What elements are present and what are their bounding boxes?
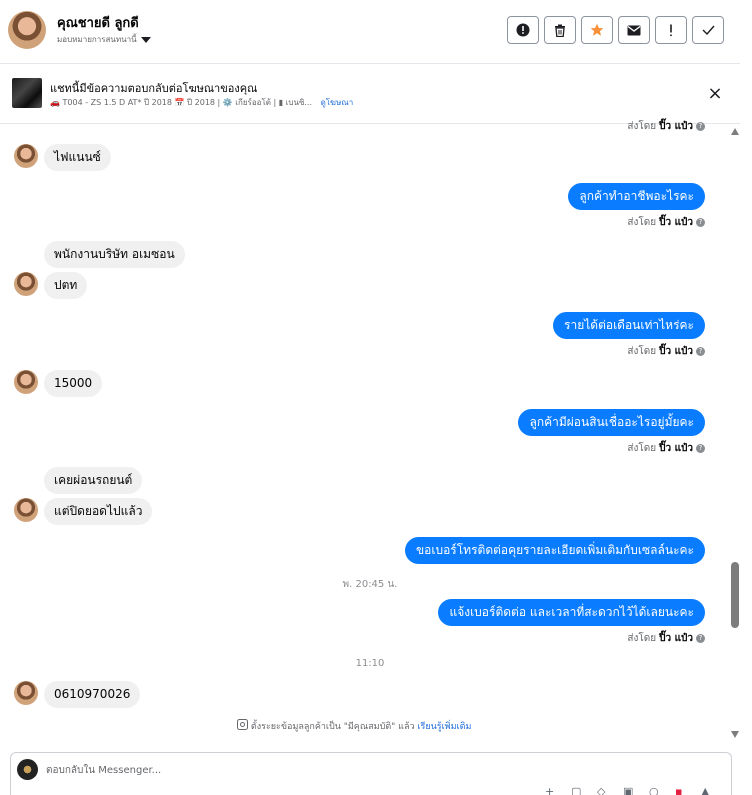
sent-by-prefix: ส่งโดย	[627, 217, 657, 228]
sent-by-prefix: ส่งโดย	[627, 346, 657, 357]
ad-banner-meta: 🚗 T004 - ZS 1.5 D AT* ปี 2018 📅 ปี 2018 …	[50, 96, 353, 109]
envelope-icon	[627, 25, 641, 35]
message-timestamp: พ. 20:45 น.	[342, 579, 398, 590]
help-icon[interactable]: ?	[696, 634, 705, 643]
file-icon[interactable]: ▪	[675, 787, 688, 795]
alert-circle-icon	[516, 23, 530, 37]
sent-by-label: ส่งโดย ปิ๊ว แป๋ว ?	[627, 119, 705, 134]
trash-icon	[555, 24, 565, 37]
outgoing-message[interactable]: ขอเบอร์โทรติดต่อคุยรายละเอียดเพิ่มเติมกั…	[404, 537, 705, 564]
close-banner-icon[interactable]: ×	[706, 85, 724, 104]
ad-details: 🚗 T004 - ZS 1.5 D AT* ปี 2018 📅 ปี 2018 …	[50, 98, 313, 107]
report-button[interactable]	[507, 16, 539, 44]
customer-avatar[interactable]	[14, 681, 38, 705]
outgoing-message[interactable]: แจ้งเบอร์ติดต่อ และเวลาที่สะดวกไว้ได้เลย…	[438, 599, 705, 626]
briefcase-icon[interactable]: ▢	[571, 787, 584, 795]
done-button[interactable]	[692, 16, 724, 44]
sent-by-label: ส่งโดย ปิ๊ว แป๋ว ?	[627, 441, 705, 456]
outgoing-message[interactable]: ลูกค้าทำอาชีพอะไรคะ	[568, 183, 705, 210]
help-icon[interactable]: ?	[696, 122, 705, 131]
add-person-icon[interactable]: +	[545, 787, 558, 795]
tag-icon[interactable]: ◇	[597, 787, 610, 795]
incoming-message[interactable]: ไฟแนนซ์	[44, 144, 111, 171]
incoming-message[interactable]: ปตท	[44, 272, 88, 299]
spam-button[interactable]	[655, 16, 687, 44]
view-ad-link[interactable]: ดูโฆษณา	[321, 98, 354, 107]
customer-name[interactable]: คุณชายดี ลูกดี	[57, 12, 139, 33]
scroll-down-arrow-icon[interactable]	[731, 731, 739, 738]
customer-avatar[interactable]	[14, 144, 38, 168]
page-avatar	[17, 759, 38, 780]
image-icon[interactable]: ▣	[623, 787, 636, 795]
sent-by-prefix: ส่งโดย	[627, 633, 657, 644]
assign-conversation-dropdown[interactable]: มอบหมายการสนทนานี้	[57, 33, 151, 46]
sender-name: ปิ๊ว แป๋ว	[659, 346, 693, 357]
help-icon[interactable]: ?	[696, 444, 705, 453]
delete-button[interactable]	[544, 16, 576, 44]
exclamation-icon	[670, 24, 672, 36]
incoming-message[interactable]: พนักงานบริษัท อเมซอน	[44, 241, 185, 268]
check-icon	[702, 25, 715, 35]
message-timestamp: 11:10	[355, 658, 385, 669]
notice-text: ตั้งระยะข้อมูลลูกค้าเป็น "มีคุณสมบัติ" แ…	[250, 722, 415, 732]
assign-label: มอบหมายการสนทนานี้	[57, 35, 137, 44]
ad-reply-banner: แชทนี้มีข้อความตอบกลับต่อโฆษณาของคุณ 🚗 T…	[0, 64, 740, 124]
ad-thumbnail[interactable]	[12, 78, 42, 108]
incoming-message[interactable]: 15000	[44, 370, 103, 397]
lead-stage-icon	[237, 719, 248, 730]
sender-name: ปิ๊ว แป๋ว	[659, 443, 693, 454]
outgoing-message[interactable]: ลูกค้ามีผ่อนสินเชื่ออะไรอยู่มั้ยคะ	[518, 409, 705, 436]
emoji-icon[interactable]: ○	[649, 787, 662, 795]
sender-name: ปิ๊ว แป๋ว	[659, 121, 693, 132]
mark-unread-button[interactable]	[618, 16, 650, 44]
incoming-message[interactable]: เคยผ่อนรถยนต์	[44, 467, 143, 494]
conversation-toolbar	[507, 16, 724, 44]
like-icon[interactable]: ▲	[701, 787, 714, 795]
sent-by-label: ส่งโดย ปิ๊ว แป๋ว ?	[627, 215, 705, 230]
learn-more-link[interactable]: เรียนรู้เพิ่มเติม	[417, 722, 471, 732]
help-icon[interactable]: ?	[696, 347, 705, 356]
ad-banner-title: แชทนี้มีข้อความตอบกลับต่อโฆษณาของคุณ	[50, 82, 258, 95]
customer-avatar[interactable]	[14, 498, 38, 522]
star-icon	[590, 23, 604, 36]
scroll-up-arrow-icon[interactable]	[731, 128, 739, 135]
customer-avatar[interactable]	[14, 272, 38, 296]
sender-name: ปิ๊ว แป๋ว	[659, 217, 693, 228]
incoming-message[interactable]: แต่ปิดยอดไปแล้ว	[44, 498, 153, 525]
star-button[interactable]	[581, 16, 613, 44]
customer-avatar[interactable]	[14, 370, 38, 394]
customer-avatar[interactable]	[8, 11, 46, 49]
lead-stage-notice: ตั้งระยะข้อมูลลูกค้าเป็น "มีคุณสมบัติ" แ…	[237, 719, 471, 733]
outgoing-message[interactable]: รายได้ต่อเดือนเท่าไหร่คะ	[553, 312, 705, 339]
reply-input[interactable]	[46, 762, 686, 778]
conversation-header: คุณชายดี ลูกดี มอบหมายการสนทนานี้	[0, 0, 740, 64]
sent-by-label: ส่งโดย ปิ๊ว แป๋ว ?	[627, 344, 705, 359]
scrollbar-thumb[interactable]	[731, 562, 739, 628]
sent-by-prefix: ส่งโดย	[627, 121, 657, 132]
sender-name: ปิ๊ว แป๋ว	[659, 633, 693, 644]
message-scrollbar[interactable]	[729, 124, 741, 744]
incoming-message[interactable]: 0610970026	[44, 681, 141, 708]
composer-tools: + ▢ ◇ ▣ ○ ▪ ▲	[545, 787, 714, 795]
sent-by-label: ส่งโดย ปิ๊ว แป๋ว ?	[627, 631, 705, 646]
caret-down-icon	[140, 36, 151, 43]
sent-by-prefix: ส่งโดย	[627, 443, 657, 454]
help-icon[interactable]: ?	[696, 218, 705, 227]
